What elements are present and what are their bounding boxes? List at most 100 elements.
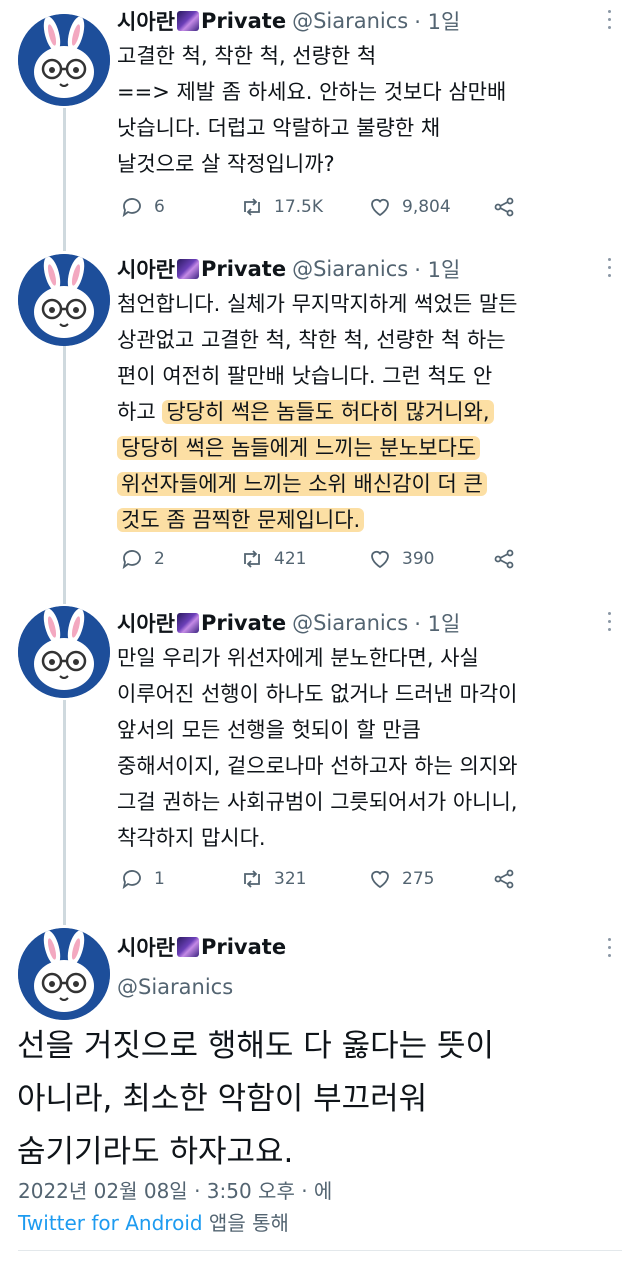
- galaxy-badge-icon: [176, 259, 199, 279]
- more-icon[interactable]: [606, 938, 612, 960]
- tweet: 시아란 Private @Siaranics · 1일 만일 우리가 위선자에게…: [0, 606, 640, 906]
- divider: [18, 1250, 622, 1251]
- text-line: ==> 제발 좀 하세요. 안하는 것보다 삼만배: [117, 80, 507, 104]
- handle[interactable]: @Siaranics: [117, 975, 233, 999]
- galaxy-badge-icon: [176, 937, 199, 957]
- reply-button[interactable]: 2: [120, 544, 165, 574]
- reply-button[interactable]: 6: [120, 192, 165, 222]
- name-suffix[interactable]: Private: [201, 257, 286, 281]
- timestamp[interactable]: · 1일: [414, 608, 460, 638]
- display-name[interactable]: 시아란: [117, 254, 175, 284]
- text-line: 편이 여전히 팔만배 낫습니다. 그런 척도 안: [117, 364, 493, 388]
- name-suffix[interactable]: Private: [201, 611, 286, 635]
- share-icon: [494, 197, 514, 217]
- share-button[interactable]: [492, 544, 516, 574]
- text-line: 착각하지 맙시다.: [117, 826, 266, 850]
- reply-count: 6: [154, 197, 165, 217]
- tweet-header: 시아란 Private @Siaranics · 1일: [117, 4, 460, 38]
- display-name[interactable]: 시아란: [117, 608, 175, 638]
- retweet-icon: [244, 870, 260, 888]
- share-icon: [494, 549, 514, 569]
- display-name[interactable]: 시아란: [117, 6, 175, 36]
- tweet-actions: 2 421 390: [120, 544, 540, 574]
- text-line: 그걸 권하는 사회규범이 그릇되어서가 아니니,: [117, 790, 518, 814]
- galaxy-badge-icon: [176, 11, 199, 31]
- tweet-actions: 1 321 275: [120, 864, 540, 894]
- reply-button[interactable]: 1: [120, 864, 165, 894]
- text-segment: 하고: [117, 400, 163, 424]
- text-line: 앞서의 모든 선행을 헛되이 할 만큼: [117, 718, 421, 742]
- tweet-actions: 6 17.5K 9,804: [120, 192, 540, 222]
- text-line: 하고 당당히 썩은 놈들도 허다히 많거니와,: [117, 394, 517, 430]
- reply-count: 1: [154, 869, 165, 889]
- retweet-icon: [244, 198, 260, 216]
- handle[interactable]: @Siaranics: [292, 611, 408, 635]
- like-button[interactable]: 390: [368, 544, 434, 574]
- more-icon[interactable]: [606, 10, 612, 32]
- handle[interactable]: @Siaranics: [292, 9, 408, 33]
- source-app-link[interactable]: Twitter for Android: [18, 1211, 203, 1235]
- text-line: 중해서이지, 겉으로나마 선하고자 하는 의지와: [117, 754, 518, 778]
- tweet-source: Twitter for Android 앱을 통해: [18, 1208, 289, 1238]
- more-icon[interactable]: [606, 612, 612, 634]
- text-line: 숨기기라도 하자고요.: [17, 1134, 294, 1170]
- main-tweet: 시아란 Private @Siaranics 선을 거짓으로 행해도 다 옳다는…: [0, 930, 640, 1260]
- retweet-icon: [244, 550, 260, 568]
- like-icon: [371, 870, 389, 889]
- tweet-text: 선을 거짓으로 행해도 다 옳다는 뜻이 아니라, 최소한 악함이 부끄러워 숨…: [17, 1020, 494, 1179]
- like-count: 9,804: [402, 197, 451, 217]
- like-count: 390: [402, 549, 435, 569]
- more-icon[interactable]: [606, 258, 612, 280]
- text-line: 첨언합니다. 실체가 무지막지하게 썩었든 말든: [117, 292, 518, 316]
- display-name[interactable]: 시아란: [117, 932, 175, 962]
- reply-count: 2: [154, 549, 165, 569]
- highlighted-text: 위선자들에게 느끼는 소위 배신감이 더 큰: [117, 472, 487, 496]
- tweet: 시아란 Private @Siaranics · 1일 첨언합니다. 실체가 무…: [0, 252, 640, 582]
- text-line: 이루어진 선행이 하나도 없거나 드러낸 마각이: [117, 682, 518, 706]
- text-line: 것도 좀 끔찍한 문제입니다.: [117, 502, 517, 538]
- text-line: 위선자들에게 느끼는 소위 배신감이 더 큰: [117, 466, 517, 502]
- tweet-header: 시아란 Private @Siaranics · 1일: [117, 606, 460, 640]
- name-suffix[interactable]: Private: [201, 935, 286, 959]
- text-line: 날것으로 살 작정입니까?: [117, 152, 335, 176]
- like-button[interactable]: 9,804: [368, 192, 451, 222]
- share-button[interactable]: [492, 864, 516, 894]
- text-line: 아니라, 최소한 악함이 부끄러워: [17, 1081, 428, 1117]
- like-icon: [371, 198, 389, 217]
- retweet-count: 421: [274, 549, 307, 569]
- like-button[interactable]: 275: [368, 864, 434, 894]
- retweet-button[interactable]: 421: [240, 544, 306, 574]
- highlighted-text: 것도 좀 끔찍한 문제입니다.: [117, 508, 365, 532]
- reply-icon: [122, 550, 141, 570]
- handle[interactable]: @Siaranics: [292, 257, 408, 281]
- reply-icon: [122, 870, 141, 890]
- text-line: 당당히 썩은 놈들에게 느끼는 분노보다도: [117, 430, 517, 466]
- text-line: 선을 거짓으로 행해도 다 옳다는 뜻이: [17, 1028, 495, 1064]
- galaxy-badge-icon: [176, 613, 199, 633]
- share-button[interactable]: [492, 192, 516, 222]
- timestamp[interactable]: · 1일: [414, 254, 460, 284]
- tweet-text: 고결한 척, 착한 척, 선량한 척 ==> 제발 좀 하세요. 안하는 것보다…: [117, 38, 506, 182]
- text-line: 고결한 척, 착한 척, 선량한 척: [117, 44, 377, 68]
- text-line: 상관없고 고결한 척, 착한 척, 선량한 척 하는: [117, 328, 506, 352]
- tweet-header: 시아란 Private: [117, 930, 286, 964]
- tweet-header: 시아란 Private @Siaranics · 1일: [117, 252, 460, 286]
- like-count: 275: [402, 869, 435, 889]
- text-line: 낫습니다. 더럽고 악랄하고 불량한 채: [117, 116, 441, 140]
- tweet-text: 만일 우리가 위선자에게 분노한다면, 사실 이루어진 선행이 하나도 없거나 …: [117, 640, 517, 856]
- reply-icon: [122, 198, 141, 218]
- handle-row: @Siaranics: [117, 970, 233, 1004]
- retweet-button[interactable]: 321: [240, 864, 306, 894]
- retweet-button[interactable]: 17.5K: [240, 192, 323, 222]
- timestamp[interactable]: · 1일: [414, 6, 460, 36]
- highlighted-text: 당당히 썩은 놈들에게 느끼는 분노보다도: [117, 436, 481, 460]
- tweet-timestamp[interactable]: 2022년 02월 08일 · 3:50 오후 · 에: [18, 1176, 332, 1206]
- tweet: 시아란 Private @Siaranics · 1일 고결한 척, 착한 척,…: [0, 4, 640, 224]
- retweet-count: 321: [274, 869, 307, 889]
- highlighted-text: 당당히 썩은 놈들도 허다히 많거니와,: [162, 400, 494, 424]
- retweet-count: 17.5K: [274, 197, 323, 217]
- share-icon: [494, 869, 514, 889]
- text-line: 만일 우리가 위선자에게 분노한다면, 사실: [117, 646, 479, 670]
- name-suffix[interactable]: Private: [201, 9, 286, 33]
- tweet-text: 첨언합니다. 실체가 무지막지하게 썩었든 말든 상관없고 고결한 척, 착한 …: [117, 286, 517, 538]
